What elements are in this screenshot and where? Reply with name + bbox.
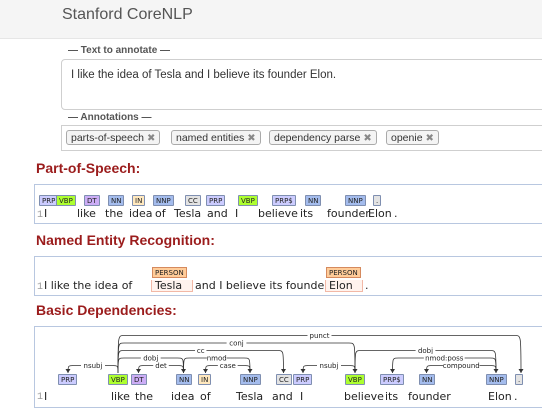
- ner-text: .: [365, 279, 369, 292]
- annotations-label: — Annotations —: [68, 112, 152, 123]
- pos-token: I: [235, 207, 239, 220]
- ner-section-title: Named Entity Recognition:: [36, 232, 215, 248]
- pos-tag: PRP: [206, 195, 226, 206]
- dep-token: founder: [408, 390, 451, 403]
- pos-tag: NN: [108, 195, 125, 206]
- remove-icon[interactable]: ✖: [147, 133, 155, 144]
- annotator-chip-label: openie: [391, 132, 423, 144]
- pos-token: founder: [327, 207, 370, 220]
- annotator-chip-label: parts-of-speech: [71, 132, 144, 144]
- dependency-visualization: 1 PRP I VBP like DT the NN idea IN of NNP Tesla CC an…: [34, 326, 542, 408]
- pos-tag: CC: [185, 195, 201, 206]
- app-header: Stanford CoreNLP: [0, 0, 542, 39]
- dependency-arc: nsubj: [300, 361, 356, 374]
- pos-token: the: [105, 207, 124, 220]
- pos-token: of: [155, 207, 166, 220]
- entity-token: Tesla: [155, 279, 183, 292]
- app-title: Stanford CoreNLP: [62, 6, 193, 23]
- dep-token: Elon: [488, 390, 512, 403]
- pos-token: and: [207, 207, 228, 220]
- dep-token: I: [300, 390, 304, 403]
- dep-token: Tesla: [236, 390, 264, 403]
- dependency-label: nsubj: [320, 362, 339, 370]
- annotator-chip-dependency-parse[interactable]: dependency parse ✖: [269, 130, 377, 145]
- pos-token: .: [394, 207, 398, 220]
- dependency-label: case: [220, 362, 236, 370]
- ner-text: I like the idea of: [44, 279, 133, 292]
- text-to-annotate-value: I like the idea of Tesla and I believe i…: [71, 69, 337, 81]
- pos-token: Elon: [368, 207, 392, 220]
- dep-token: .: [514, 390, 518, 403]
- dep-section-title: Basic Dependencies:: [36, 302, 177, 318]
- remove-icon[interactable]: ✖: [247, 133, 255, 144]
- dependency-label: nsubj: [84, 362, 103, 370]
- dep-token: I: [44, 390, 48, 403]
- dependency-label: dobj: [143, 355, 158, 363]
- entity-token: Elon: [329, 279, 353, 292]
- pos-tag: DT: [84, 195, 100, 206]
- dep-token: and: [272, 390, 293, 403]
- dep-token: the: [135, 390, 154, 403]
- text-to-annotate-input[interactable]: I like the idea of Tesla and I believe i…: [61, 59, 542, 110]
- pos-token: Tesla: [174, 207, 202, 220]
- remove-icon[interactable]: ✖: [363, 133, 371, 144]
- dependency-label: nmod: [207, 355, 227, 363]
- dependency-arc: det: [136, 361, 184, 374]
- pos-token: like: [77, 207, 96, 220]
- dependency-arc: case: [203, 361, 251, 374]
- annotator-chip-label: named entities: [176, 132, 245, 144]
- pos-tag: NNP: [153, 195, 174, 206]
- pos-token: I: [44, 207, 48, 220]
- line-number: 1: [37, 392, 44, 403]
- dep-token: believe: [344, 390, 384, 403]
- pos-tag: VBP: [56, 195, 76, 206]
- pos-visualization: 1 PRP I VBP like DT the NN idea IN of NNP Tesla CC an…: [34, 184, 542, 224]
- line-number: 1: [37, 282, 44, 293]
- dependency-arc: nsubj: [65, 361, 119, 374]
- annotator-chip-named-entities[interactable]: named entities ✖: [171, 130, 261, 145]
- annotator-chip-parts-of-speech[interactable]: parts-of-speech ✖: [66, 130, 161, 145]
- dependency-arcs: nsubj detdobjcasenmodccconjpunctnsubjdobj…: [65, 331, 524, 374]
- ner-visualization: 1 I like the idea of PERSON Tesla and I bel…: [34, 256, 542, 296]
- ner-tag: PERSON: [152, 267, 187, 278]
- pos-tag: VBP: [238, 195, 258, 206]
- pos-tag: .: [373, 195, 382, 206]
- pos-tag: IN: [132, 195, 146, 206]
- pos-section-title: Part-of-Speech:: [36, 160, 141, 176]
- dependency-label: conj: [229, 340, 244, 348]
- ner-tag: PERSON: [326, 267, 361, 278]
- annotator-chip-openie[interactable]: openie ✖: [386, 130, 439, 145]
- dependency-arc: dobj: [117, 354, 186, 374]
- dependency-label: cc: [197, 347, 205, 355]
- dependency-arc: compound: [424, 361, 497, 374]
- ner-text: and I believe its founder: [195, 279, 329, 292]
- remove-icon[interactable]: ✖: [426, 133, 434, 144]
- pos-tag: NN: [305, 195, 322, 206]
- line-number: 1: [37, 210, 44, 221]
- dep-token: like: [111, 390, 130, 403]
- dependency-label: compound: [443, 362, 480, 370]
- dep-token: idea: [171, 390, 195, 403]
- dep-token: its: [385, 390, 399, 403]
- pos-tag: NNP: [345, 195, 366, 206]
- pos-token: idea: [129, 207, 153, 220]
- pos-token: believe: [258, 207, 298, 220]
- annotator-chip-label: dependency parse: [274, 132, 361, 144]
- pos-token: its: [300, 207, 314, 220]
- text-to-annotate-label: — Text to annotate —: [68, 45, 171, 56]
- pos-tag: PRP$: [272, 195, 296, 206]
- dependency-label: punct: [310, 332, 330, 340]
- dependency-label: det: [155, 362, 167, 370]
- dep-token: of: [200, 390, 211, 403]
- annotations-selector[interactable]: parts-of-speech ✖ named entities ✖ depende…: [61, 125, 542, 151]
